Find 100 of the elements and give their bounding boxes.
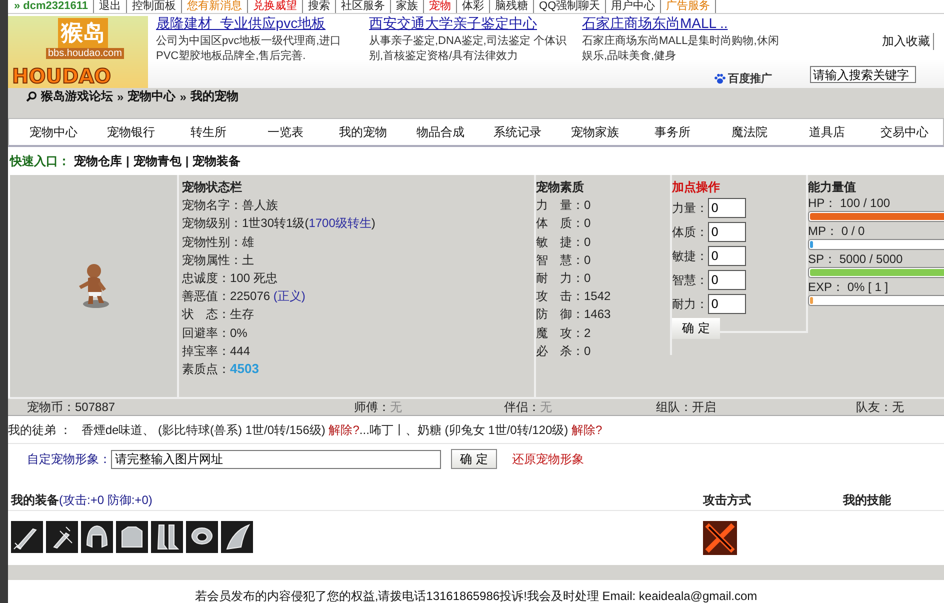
custom-image-label: 自定宠物形象： bbox=[27, 450, 111, 468]
link-separator: | bbox=[185, 154, 189, 168]
meter-label: SP： 5000 / 5000 bbox=[808, 252, 904, 268]
nav-link[interactable]: 社区服务 bbox=[336, 0, 392, 13]
apprentice-info: ...咘丁丨、奶糖 (卯兔女 1世/0转/120级) bbox=[359, 422, 570, 438]
panel-title: 能力量值 bbox=[808, 179, 857, 196]
points-input[interactable]: 0 bbox=[708, 222, 746, 242]
breadcrumb-separator: » bbox=[180, 90, 186, 104]
summary-value: 无 bbox=[540, 400, 552, 414]
confirm-button[interactable]: 确 定 bbox=[451, 449, 497, 469]
nav-tab[interactable]: 宠物家族 bbox=[556, 124, 634, 140]
attribute-row-text: 敏 捷：0 bbox=[536, 234, 592, 251]
attack-icon bbox=[703, 521, 737, 555]
boots-icon[interactable] bbox=[151, 521, 183, 553]
nav-tab[interactable]: 我的宠物 bbox=[324, 124, 402, 140]
nav-link[interactable]: 脑残糖 bbox=[490, 0, 534, 13]
summary-label: 伴侣： bbox=[504, 400, 540, 414]
nav-tab[interactable]: 一览表 bbox=[246, 124, 324, 140]
release-link[interactable]: 解除? bbox=[328, 422, 360, 438]
search-icon bbox=[26, 91, 37, 102]
column-heading: 攻击方式 bbox=[703, 492, 752, 508]
nav-tab[interactable]: 系统记录 bbox=[478, 124, 556, 140]
release-link[interactable]: 解除? bbox=[571, 422, 602, 438]
quick-link[interactable]: 宠物仓库 bbox=[74, 152, 122, 170]
field-label: 力量： bbox=[672, 200, 708, 218]
nav-link[interactable]: 兑换威望 bbox=[248, 0, 304, 13]
points-input[interactable]: 0 bbox=[708, 246, 746, 266]
points-input[interactable]: 0 bbox=[708, 294, 746, 314]
quick-link[interactable]: 宠物青包 bbox=[133, 152, 182, 170]
nav-link[interactable]: 控制面板 bbox=[127, 0, 182, 13]
status-note: (正义) bbox=[273, 289, 306, 304]
nav-link[interactable]: 家族 bbox=[391, 0, 424, 13]
summary-value: 507887 bbox=[75, 400, 116, 414]
quick-link[interactable]: 宠物装备 bbox=[192, 152, 241, 170]
nav-tab[interactable]: 宠物中心 bbox=[15, 124, 92, 140]
nav-tab[interactable]: 道具店 bbox=[788, 124, 866, 140]
summary-label: 组队： bbox=[656, 400, 692, 414]
ring-icon[interactable] bbox=[186, 521, 218, 553]
ad-link[interactable]: 石家庄商场东尚MALL .. bbox=[582, 15, 728, 33]
summary-value: 开启 bbox=[692, 400, 716, 414]
restore-image-link[interactable]: 还原宠物形象 bbox=[512, 450, 584, 468]
sponsor-label[interactable]: 百度推广 bbox=[728, 71, 772, 86]
status-row-text: 回避率：0% bbox=[182, 324, 248, 342]
nav-tab[interactable]: 宠物银行 bbox=[92, 124, 170, 140]
nav-tab[interactable]: 交易中心 bbox=[866, 124, 943, 140]
field-label: 智慧： bbox=[672, 272, 708, 290]
nav-link[interactable]: 宠物 bbox=[424, 0, 458, 13]
attribute-row-text: 防 御：1463 bbox=[536, 306, 612, 324]
image-url-field[interactable]: 请完整输入图片网址 bbox=[111, 450, 441, 468]
equipment-title: 我的装备(攻击:+0 防御:+0) bbox=[11, 492, 154, 508]
breadcrumb-link[interactable]: 我的宠物 bbox=[190, 88, 238, 105]
nav-link[interactable]: QQ强制聊天 bbox=[534, 0, 606, 13]
points-input[interactable]: 0 bbox=[708, 270, 746, 290]
claw-icon[interactable] bbox=[221, 521, 253, 553]
points-input[interactable]: 0 bbox=[708, 198, 746, 218]
meter-label: EXP： 0% [ 1 ] bbox=[808, 280, 890, 296]
breadcrumb-link[interactable]: 猴岛游戏论坛 bbox=[41, 88, 113, 105]
nav-tab[interactable]: 事务所 bbox=[634, 124, 711, 140]
ad-link[interactable]: 西安交通大学亲子鉴定中心 bbox=[369, 15, 537, 33]
breadcrumb-separator: » bbox=[117, 90, 124, 104]
points-value: 4503 bbox=[230, 361, 259, 376]
meter-label: HP： 100 / 100 bbox=[808, 196, 892, 212]
bookmark-link[interactable]: 加入收藏 bbox=[882, 33, 934, 50]
status-row-text: 宠物属性：土 bbox=[182, 252, 255, 269]
ad-link[interactable]: 晟隆建材 专业供应pvc地板 bbox=[156, 15, 326, 33]
summary-value: 无 bbox=[390, 400, 402, 414]
field-label: 敏捷： bbox=[672, 248, 708, 266]
nav-link[interactable]: 退出 bbox=[94, 0, 128, 13]
apprentices-label: 我的徒弟 ： bbox=[8, 422, 72, 438]
attribute-row-text: 攻 击：1542 bbox=[536, 288, 612, 306]
nav-link[interactable]: 搜索 bbox=[303, 0, 336, 13]
summary-label: 队友： bbox=[856, 400, 892, 414]
nav-link[interactable]: 用户中心 bbox=[606, 0, 662, 13]
paw-icon bbox=[714, 72, 726, 84]
quick-links-label: 快速入口： bbox=[10, 152, 70, 170]
panel-title: 宠物状态栏 bbox=[182, 179, 243, 196]
nav-tab[interactable]: 转生所 bbox=[170, 124, 247, 140]
attribute-row-text: 魔 攻：2 bbox=[536, 324, 592, 342]
field-label: 体质： bbox=[672, 224, 708, 242]
dagger-icon[interactable] bbox=[46, 521, 78, 553]
column-heading: 我的技能 bbox=[843, 492, 892, 508]
nav-tab[interactable]: 魔法院 bbox=[710, 124, 788, 140]
nav-link[interactable]: 体彩 bbox=[457, 0, 490, 13]
status-row-text: 宠物名字：兽人族 bbox=[182, 197, 279, 214]
helmet-icon[interactable] bbox=[81, 521, 113, 553]
nav-tab[interactable]: 物品合成 bbox=[402, 124, 479, 140]
armor-icon[interactable] bbox=[116, 521, 148, 553]
footer-notice: 若会员发布的内容侵犯了您的权益,请拨电话13161865986投诉!我会及时处理 Email: keaideala@gmail.com bbox=[194, 588, 758, 603]
panel-title: 加点操作 bbox=[672, 179, 721, 196]
attribute-row-text: 体 质：0 bbox=[536, 215, 592, 232]
status-row-text: 掉宝率：444 bbox=[182, 342, 252, 360]
site-logo[interactable]: 猴岛 bbs.houdao.com HOUDAO bbox=[8, 16, 148, 88]
confirm-button[interactable]: 确 定 bbox=[672, 318, 720, 340]
sword-icon[interactable] bbox=[11, 521, 43, 553]
ad-text: 从事亲子鉴定,DNA鉴定,司法鉴定 个体识别,首核鉴定资格/具有法律效力 bbox=[369, 34, 568, 64]
summary-label: 师傅： bbox=[354, 400, 390, 414]
nav-link[interactable]: » dcm2321611 bbox=[14, 0, 94, 13]
status-row-text: 状 态：生存 bbox=[182, 306, 255, 324]
breadcrumb-link[interactable]: 宠物中心 bbox=[128, 88, 176, 105]
search-field[interactable]: 请输入搜索关键字 bbox=[810, 66, 916, 83]
